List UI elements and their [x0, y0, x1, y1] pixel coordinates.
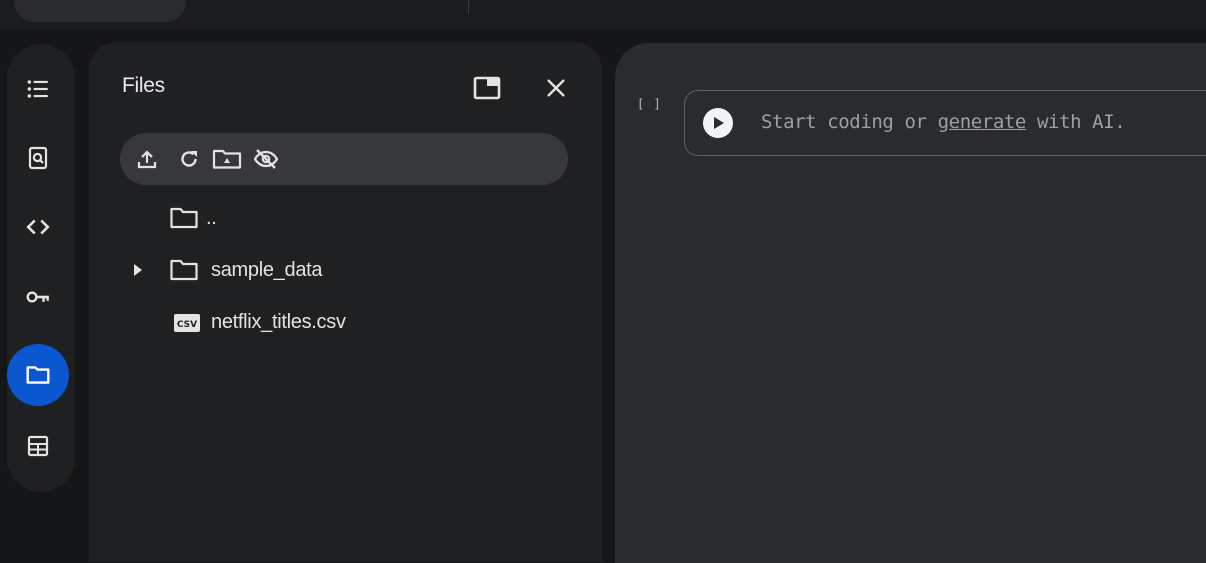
tree-item-parent[interactable]: ..: [89, 198, 602, 238]
placeholder-text-before: Start coding or: [761, 111, 938, 133]
side-rail: [7, 44, 75, 492]
mount-drive-icon: [212, 149, 242, 169]
tree-item-label: sample_data: [211, 259, 323, 281]
upload-icon: [137, 150, 157, 169]
folder-icon: [170, 259, 198, 281]
hide-files-icon: [253, 149, 279, 169]
files-button[interactable]: [7, 344, 69, 406]
svg-text:CSV: CSV: [177, 320, 197, 330]
table-of-contents-icon: [27, 80, 48, 98]
generate-link[interactable]: generate: [938, 111, 1027, 133]
table-of-contents-button[interactable]: [7, 58, 69, 120]
play-icon: [714, 117, 724, 129]
tree-item-label: ..: [206, 207, 217, 229]
close-icon: [547, 79, 565, 97]
placeholder-text-after: with AI.: [1025, 111, 1126, 133]
top-bar-pill[interactable]: [14, 0, 186, 22]
open-in-tab-icon: [473, 76, 501, 100]
open-in-tab-button[interactable]: [473, 74, 501, 102]
refresh-button[interactable]: [176, 146, 202, 172]
cell-execution-count: [ ]: [637, 97, 662, 111]
variables-button[interactable]: [7, 415, 69, 477]
cell-placeholder[interactable]: Start coding or generate with AI.: [761, 111, 1126, 133]
files-panel: Files .. sample_data CSV netflix_titles.…: [89, 42, 602, 562]
notebook-editor: [ ] Start coding or generate with AI.: [615, 43, 1206, 563]
tree-item-label: netflix_titles.csv: [211, 311, 346, 333]
folder-icon: [170, 207, 198, 229]
close-panel-button[interactable]: [542, 74, 570, 102]
files-toolbar: [120, 133, 568, 185]
code-snippets-button[interactable]: [7, 196, 69, 258]
upload-button[interactable]: [134, 146, 160, 172]
files-folder-icon: [26, 366, 50, 384]
find-replace-icon: [28, 146, 48, 170]
secrets-key-icon: [26, 291, 49, 303]
hide-files-button[interactable]: [251, 146, 281, 172]
mount-drive-button[interactable]: [210, 146, 244, 172]
refresh-icon: [181, 151, 197, 167]
code-snippets-icon: [26, 219, 50, 235]
secrets-button[interactable]: [7, 266, 69, 328]
tree-item-netflix-csv[interactable]: CSV netflix_titles.csv: [89, 302, 602, 342]
run-cell-button[interactable]: [703, 108, 733, 138]
expand-arrow-icon[interactable]: [132, 263, 144, 277]
top-bar: [0, 0, 1206, 30]
top-bar-divider: [468, 0, 469, 14]
code-cell[interactable]: Start coding or generate with AI.: [684, 90, 1206, 156]
variables-table-icon: [27, 435, 49, 457]
find-replace-button[interactable]: [7, 127, 69, 189]
files-panel-title: Files: [122, 74, 165, 97]
tree-item-sample-data[interactable]: sample_data: [89, 250, 602, 290]
csv-file-icon: CSV: [174, 314, 200, 332]
